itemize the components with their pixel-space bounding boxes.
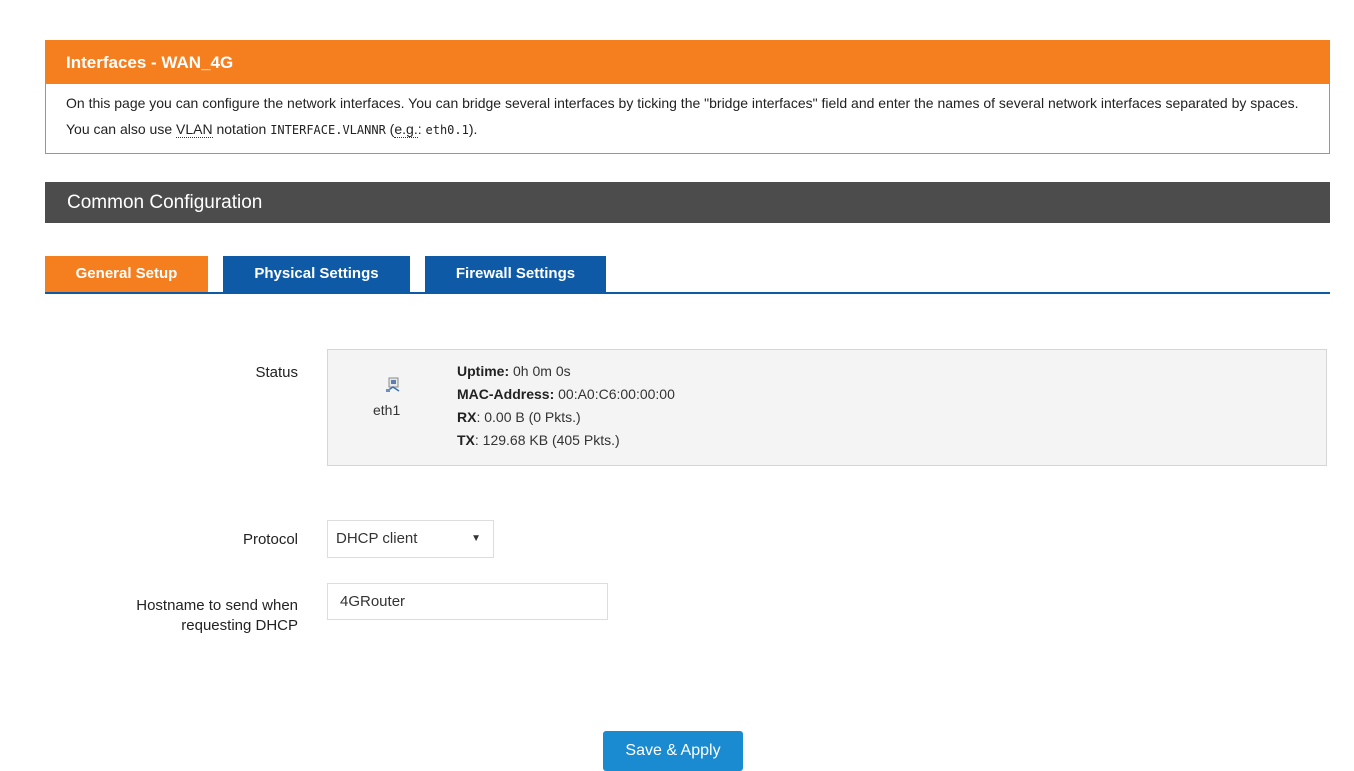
hostname-label-line2: requesting DHCP (181, 617, 298, 634)
network-interface-icon (386, 377, 400, 392)
protocol-selected-value: DHCP client (336, 530, 418, 547)
status-label: Status (255, 364, 298, 381)
tab-physical-settings[interactable]: Physical Settings (223, 256, 410, 292)
hostname-input[interactable]: 4GRouter (327, 583, 608, 620)
vlan-abbr: VLAN (176, 121, 213, 138)
section-title: Common Configuration (45, 182, 1330, 223)
page-header-box: Interfaces - WAN_4G On this page you can… (45, 40, 1330, 154)
page-content: Interfaces - WAN_4G On this page you can… (45, 40, 1330, 294)
dropdown-arrow-icon: ▼ (471, 533, 481, 544)
mac-label: MAC-Address: (457, 386, 555, 402)
uptime-line: Uptime: 0h 0m 0s (457, 360, 675, 383)
tab-general-setup[interactable]: General Setup (45, 256, 208, 292)
status-box: eth1 Uptime: 0h 0m 0s MAC-Address: 00:A0… (327, 349, 1327, 466)
desc-text-4: : (417, 121, 426, 137)
desc-text-2: notation (212, 121, 271, 137)
mac-line: MAC-Address: 00:A0:C6:00:00:00 (457, 383, 675, 406)
rx-value: : 0.00 B (0 Pkts.) (476, 409, 581, 425)
protocol-select[interactable]: DHCP client ▼ (327, 520, 494, 558)
hostname-label-line1: Hostname to send when (136, 597, 298, 614)
uptime-label: Uptime: (457, 363, 510, 379)
protocol-label: Protocol (242, 531, 298, 548)
eg-abbr: e.g. (394, 121, 418, 138)
interface-stats: Uptime: 0h 0m 0s MAC-Address: 00:A0:C6:0… (457, 360, 675, 452)
tx-label: TX (457, 432, 475, 448)
tx-value: : 129.68 KB (405 Pkts.) (474, 432, 620, 448)
page-description: On this page you can configure the netwo… (46, 84, 1329, 153)
page-title: Interfaces - WAN_4G (46, 41, 1329, 84)
mac-value: 00:A0:C6:00:00:00 (554, 386, 675, 402)
rx-line: RX: 0.00 B (0 Pkts.) (457, 406, 675, 429)
example-code: eth0.1 (425, 123, 469, 137)
hostname-label: Hostname to send when requesting DHCP (45, 596, 298, 636)
desc-text-5: ). (468, 121, 478, 137)
uptime-value: 0h 0m 0s (509, 363, 571, 379)
tab-firewall-settings[interactable]: Firewall Settings (425, 256, 606, 292)
tab-bar: General Setup Physical Settings Firewall… (45, 254, 1330, 294)
save-apply-button[interactable]: Save & Apply (603, 731, 743, 771)
vlan-notation-code: INTERFACE.VLANNR (270, 123, 386, 137)
tx-line: TX: 129.68 KB (405 Pkts.) (457, 429, 675, 452)
interface-name: eth1 (373, 402, 401, 418)
rx-label: RX (457, 409, 477, 425)
